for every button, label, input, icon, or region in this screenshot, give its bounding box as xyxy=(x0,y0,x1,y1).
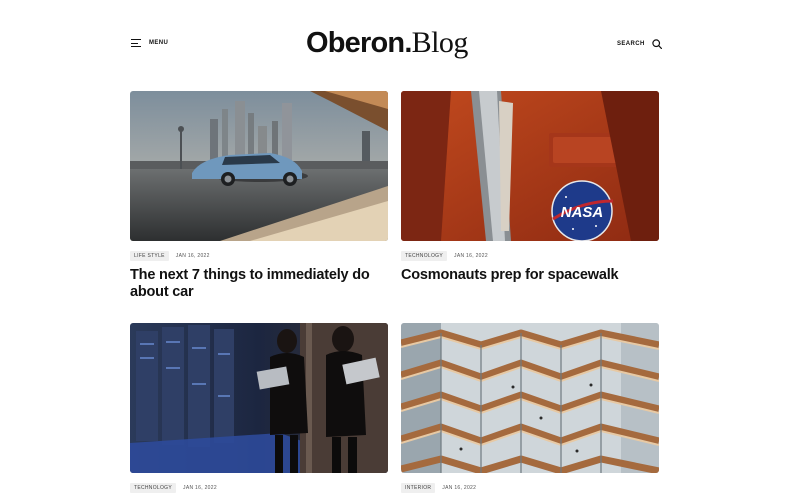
post-thumbnail-spacesuit[interactable]: NASA xyxy=(401,91,659,241)
category-badge[interactable]: TECHNOLOGY xyxy=(130,483,177,493)
search-label: SEARCH xyxy=(617,41,645,47)
search-icon xyxy=(652,39,662,49)
post-title[interactable]: The next 7 things to immediately do abou… xyxy=(130,267,388,301)
post-thumbnail-server-room[interactable] xyxy=(130,323,388,473)
logo-wordmark-part1: Oberon. xyxy=(306,27,412,59)
post-card: INTERIOR JAN 16, 2022 xyxy=(401,323,659,493)
post-thumbnail-architecture[interactable] xyxy=(401,323,659,473)
hamburger-icon xyxy=(131,39,141,48)
nasa-patch-text: NASA xyxy=(561,204,604,221)
post-date: JAN 16, 2022 xyxy=(442,485,477,491)
category-badge[interactable]: INTERIOR xyxy=(401,483,436,493)
search-button[interactable]: SEARCH xyxy=(617,39,662,49)
post-card: LIFE STYLE JAN 16, 2022 The next 7 thing… xyxy=(130,91,388,301)
category-badge[interactable]: LIFE STYLE xyxy=(130,251,169,261)
post-date: JAN 16, 2022 xyxy=(454,253,488,259)
category-badge[interactable]: TECHNOLOGY xyxy=(401,251,448,261)
post-card: TECHNOLOGY JAN 16, 2022 xyxy=(130,323,388,493)
post-card: NASA TECHNOLOGY JAN 16, 2022 Cosmonauts … xyxy=(401,91,659,284)
post-meta: TECHNOLOGY JAN 16, 2022 xyxy=(401,251,659,261)
post-date: JAN 16, 2022 xyxy=(175,253,210,259)
menu-button[interactable]: MENU xyxy=(131,39,169,48)
post-meta: LIFE STYLE JAN 16, 2022 xyxy=(130,251,388,261)
post-meta: TECHNOLOGY JAN 16, 2022 xyxy=(130,483,388,493)
logo-wordmark-part2: Blog xyxy=(411,26,469,59)
post-date: JAN 16, 2022 xyxy=(183,485,217,491)
menu-label: MENU xyxy=(149,40,169,46)
post-title[interactable]: Cosmonauts prep for spacewalk xyxy=(401,267,659,284)
site-logo[interactable]: Oberon. Blog xyxy=(306,26,468,66)
post-meta: INTERIOR JAN 16, 2022 xyxy=(401,483,659,493)
post-thumbnail-car[interactable] xyxy=(130,91,388,241)
